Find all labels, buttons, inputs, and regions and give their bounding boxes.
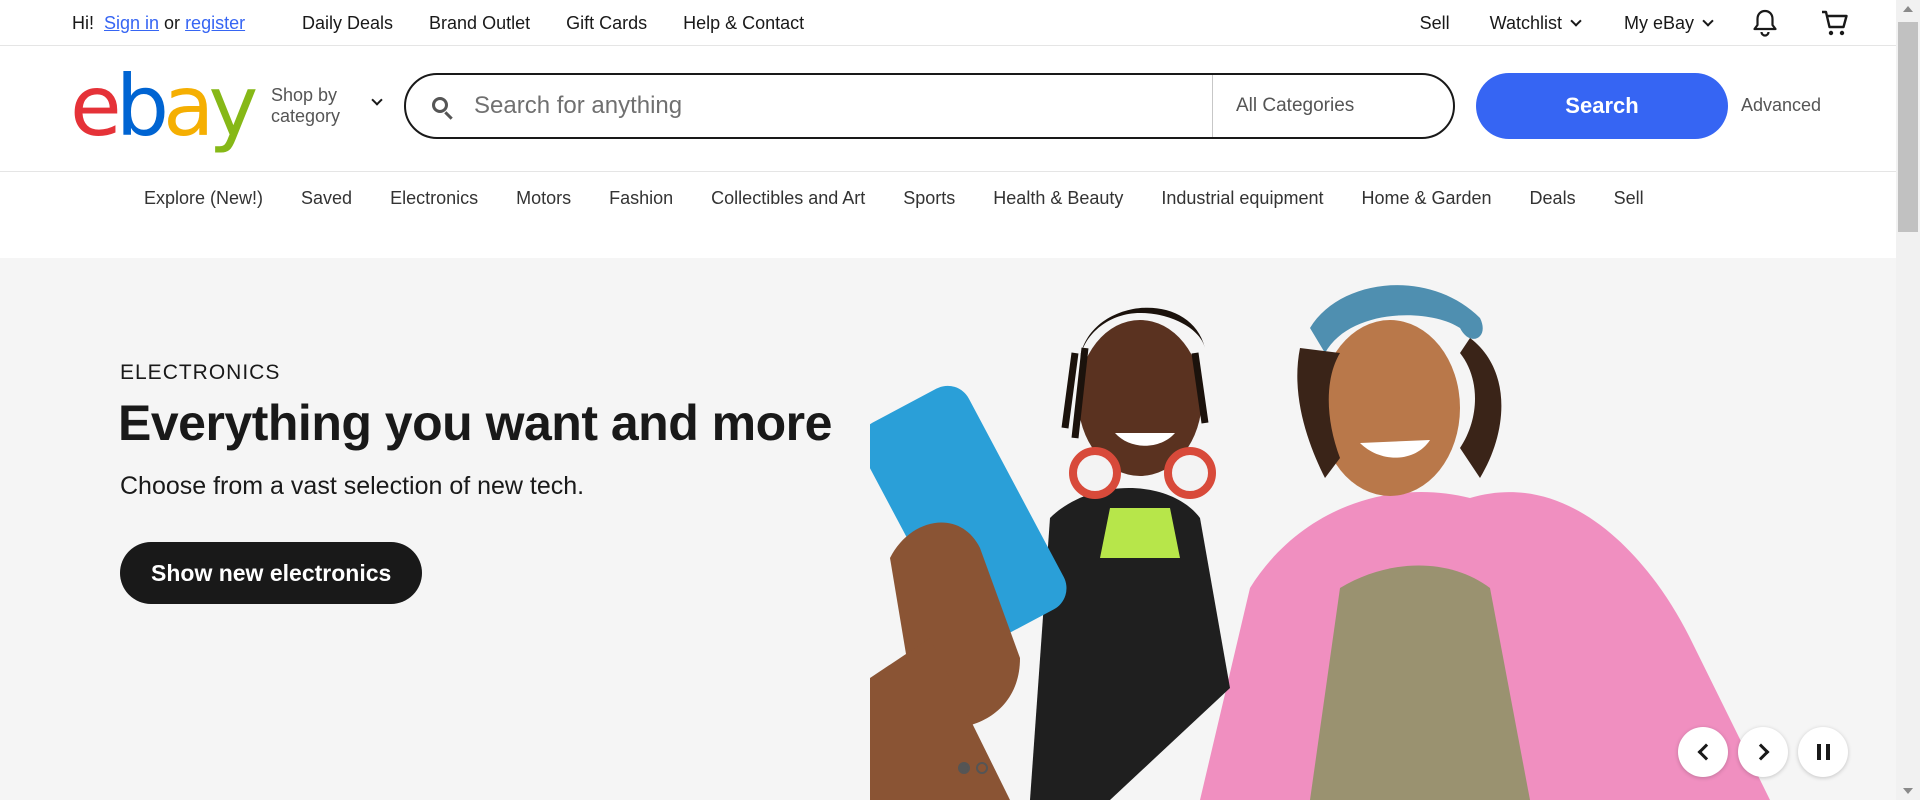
category-select[interactable]: All Categories [1236,95,1354,117]
nav-item-sell[interactable]: Sell [1614,188,1644,209]
nav-item-explore[interactable]: Explore (New!) [144,188,263,209]
hero-eyebrow: ELECTRONICS [120,361,281,384]
nav-item-collectibles[interactable]: Collectibles and Art [711,188,865,209]
search-icon [432,97,448,113]
hero-subtext: Choose from a vast selection of new tech… [120,472,585,500]
or-text: or [164,12,181,33]
nav-item-saved[interactable]: Saved [301,188,352,209]
search-button[interactable]: Search [1476,73,1728,139]
page-scrollbar[interactable] [1896,0,1920,800]
greeting-text: Hi! [72,12,94,33]
brand-outlet-link[interactable]: Brand Outlet [429,13,530,34]
top-utility-bar: Hi! Sign in or register Daily Deals Bran… [0,0,1896,46]
scroll-down-icon[interactable] [1903,788,1913,794]
advanced-search-link[interactable]: Advanced [1741,95,1821,116]
sign-in-link[interactable]: Sign in [104,13,159,34]
hero-headline: Everything you want and more [118,395,832,451]
chevron-down-icon [1702,14,1714,27]
chevron-down-icon [371,94,383,106]
carousel-dots [958,762,988,774]
nav-item-industrial[interactable]: Industrial equipment [1161,188,1323,209]
shop-by-label: Shop by [271,85,338,105]
search-divider [1212,75,1213,137]
show-new-electronics-button[interactable]: Show new electronics [120,542,423,604]
nav-item-health-beauty[interactable]: Health & Beauty [993,188,1123,209]
chevron-right-icon [1752,743,1769,761]
carousel-pause-button[interactable] [1798,727,1848,777]
top-right-links: Sell Watchlist My eBay [1420,0,1850,46]
help-contact-link[interactable]: Help & Contact [683,13,804,34]
carousel-prev-button[interactable] [1678,727,1728,777]
search-bar: All Categories [404,73,1455,139]
nav-item-motors[interactable]: Motors [516,188,571,209]
daily-deals-link[interactable]: Daily Deals [302,13,393,34]
nav-item-fashion[interactable]: Fashion [609,188,673,209]
search-input[interactable] [474,91,1194,121]
greeting-area: Hi! Sign in or register [72,0,245,46]
watchlist-dropdown[interactable]: Watchlist [1489,12,1582,34]
nav-item-home-garden[interactable]: Home & Garden [1361,188,1491,209]
pause-icon [1816,744,1830,760]
sell-link[interactable]: Sell [1420,13,1450,34]
gift-cards-link[interactable]: Gift Cards [566,13,647,34]
register-link[interactable]: register [185,13,245,34]
scroll-up-icon[interactable] [1903,6,1913,12]
bell-icon[interactable] [1752,9,1778,37]
hero-image [870,285,1770,800]
chevron-down-icon [1570,14,1582,27]
scrollbar-thumb[interactable] [1898,22,1918,232]
watchlist-label: Watchlist [1489,12,1562,33]
top-links: Daily Deals Brand Outlet Gift Cards Help… [302,0,804,46]
main-header: ebay Shop by category All Categories Sea… [0,47,1896,172]
carousel-dot[interactable] [958,762,970,774]
category-label: category [271,106,341,126]
chevron-left-icon [1697,743,1714,761]
ebay-logo[interactable]: ebay [70,64,258,148]
carousel-dot[interactable] [976,762,988,774]
hero-banner: ELECTRONICS Everything you want and more… [0,258,1896,800]
carousel-next-button[interactable] [1738,727,1788,777]
cart-icon[interactable] [1820,9,1850,37]
my-ebay-label: My eBay [1623,12,1694,33]
category-nav: Explore (New!) Saved Electronics Motors … [144,172,1644,224]
shop-by-category-button[interactable]: Shop by category [271,85,383,127]
nav-item-deals[interactable]: Deals [1530,188,1576,209]
my-ebay-dropdown[interactable]: My eBay [1623,12,1714,34]
nav-item-sports[interactable]: Sports [903,188,955,209]
nav-item-electronics[interactable]: Electronics [390,188,478,209]
